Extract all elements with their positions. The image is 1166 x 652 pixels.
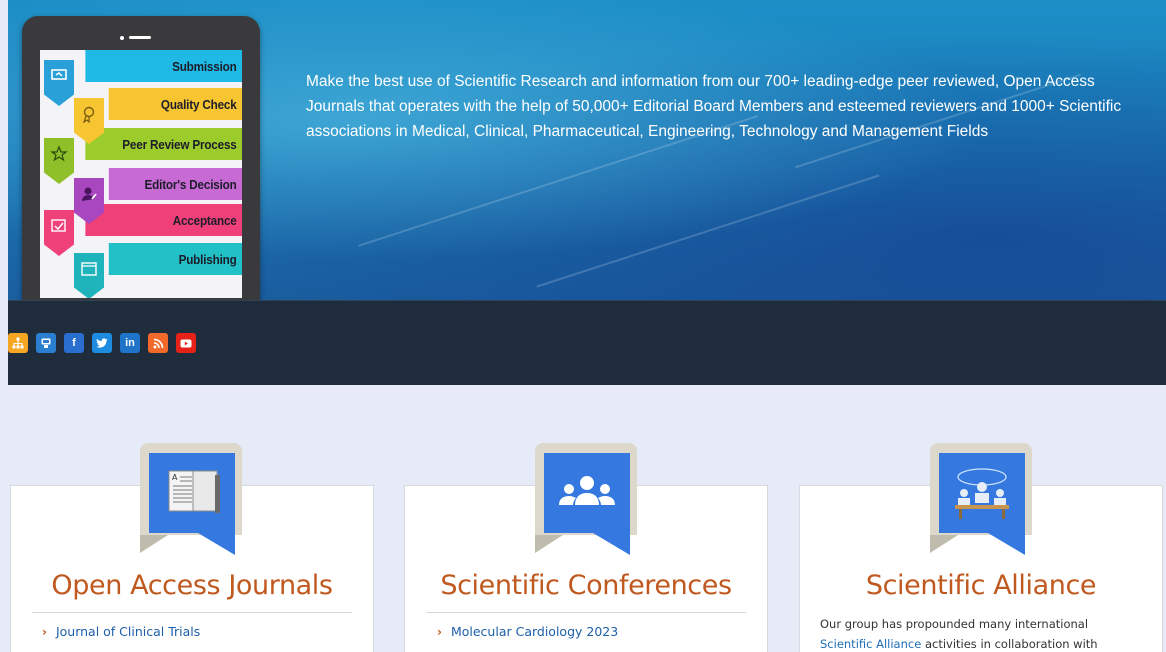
card-title-conferences[interactable]: Scientific Conferences	[404, 570, 768, 601]
divider	[32, 612, 352, 613]
twitter-icon[interactable]	[92, 333, 112, 353]
sitemap-icon[interactable]	[8, 333, 28, 353]
social-bar: f in	[8, 300, 1166, 385]
step-quality-check: Quality Check	[108, 88, 242, 120]
peer-review-tablet-illustration: Submission Quality Check Peer Review Pro…	[22, 16, 260, 316]
svg-text:A: A	[172, 473, 178, 482]
browser-icon	[74, 253, 104, 298]
tablet-screen: Submission Quality Check Peer Review Pro…	[40, 50, 242, 298]
rss-icon[interactable]	[148, 333, 168, 353]
card-title-journals[interactable]: Open Access Journals	[10, 570, 374, 601]
step-editors-decision: Editor's Decision	[108, 168, 242, 200]
hero-description: Make the best use of Scientific Research…	[306, 73, 1122, 140]
step-submission: Submission	[85, 50, 242, 82]
open-book-icon: A	[140, 443, 242, 555]
social-icons: f in	[8, 333, 196, 353]
group-icon	[535, 443, 637, 555]
list-item[interactable]: › Molecular Cardiology 2023	[437, 624, 618, 639]
card-title-alliance[interactable]: Scientific Alliance	[799, 570, 1163, 601]
step-peer-review: Peer Review Process	[85, 128, 242, 160]
chevron-right-icon: ›	[437, 625, 442, 639]
linkedin-icon[interactable]: in	[120, 333, 140, 353]
list-item[interactable]: › Journal of Clinical Trials	[42, 624, 200, 639]
step-publishing: Publishing	[108, 243, 242, 275]
alliance-description: Our group has propounded many internatio…	[820, 617, 1098, 651]
scientific-alliance-link[interactable]: Scientific Alliance	[820, 637, 921, 651]
facebook-icon[interactable]: f	[64, 333, 84, 353]
reader-icon[interactable]	[36, 333, 56, 353]
youtube-icon[interactable]	[176, 333, 196, 353]
meeting-icon	[930, 443, 1032, 555]
step-acceptance: Acceptance	[85, 204, 242, 236]
chevron-right-icon: ›	[42, 625, 47, 639]
divider	[426, 612, 746, 613]
star-icon	[44, 138, 74, 184]
check-icon	[44, 210, 74, 256]
monitor-icon	[44, 60, 74, 106]
